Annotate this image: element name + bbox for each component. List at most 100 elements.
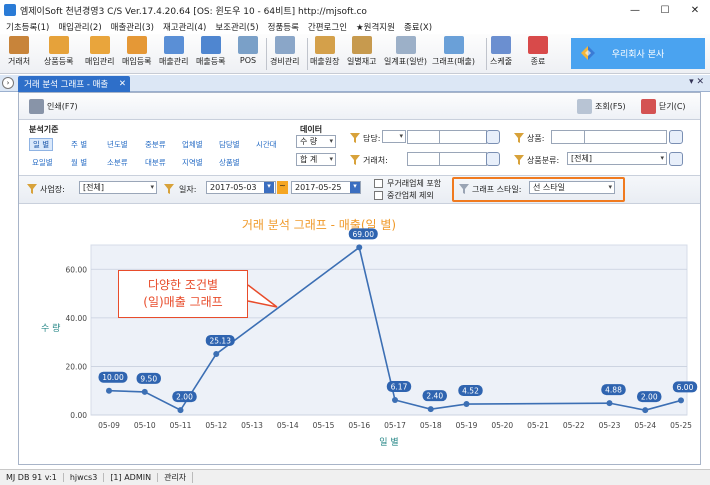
status-bar: MJ DB 91 v:1 hjwcs3 [1] ADMIN 관리자 xyxy=(0,469,710,485)
exclude-mid-checkbox[interactable] xyxy=(374,191,383,200)
data-label: 2.00 xyxy=(637,391,662,403)
box-add-icon xyxy=(126,36,147,54)
toolbar-separator xyxy=(266,38,267,70)
date-separator: ~ xyxy=(277,181,288,194)
x-tick-label: 05-15 xyxy=(313,421,335,430)
data-label: 2.00 xyxy=(172,391,197,403)
period-midcat[interactable]: 중분류 xyxy=(145,139,166,150)
purchase-manage-button[interactable]: 매입관리 xyxy=(85,36,114,72)
y-tick-label: 60.00 xyxy=(66,265,88,274)
minimize-button[interactable]: — xyxy=(620,0,650,20)
pos-button[interactable]: POS xyxy=(238,36,258,72)
data-point xyxy=(427,406,434,413)
close-window-button[interactable]: ✕ xyxy=(680,0,710,20)
data-point xyxy=(678,397,684,404)
tab-controls[interactable]: ▾ ✕ xyxy=(689,77,704,87)
data-combo[interactable]: 수 량 ▾ xyxy=(296,135,336,148)
data-label: 2.40 xyxy=(422,390,447,402)
chevron-down-icon: ▾ xyxy=(329,137,333,145)
client-name-input[interactable] xyxy=(439,152,487,166)
product-name-input[interactable] xyxy=(584,130,667,144)
status-role: 관리자 xyxy=(158,472,194,483)
period-week[interactable]: 주 별 xyxy=(71,139,87,150)
menu-sales[interactable]: 매출관리(3) xyxy=(111,21,154,33)
period-year[interactable]: 년도별 xyxy=(107,139,128,150)
manager-combo[interactable]: ▾ xyxy=(382,130,406,143)
sales-register-button[interactable]: 매출등록 xyxy=(196,36,225,72)
menu-exit[interactable]: 종료(X) xyxy=(404,21,432,33)
product-code-input[interactable] xyxy=(551,130,585,144)
calendar-stock-icon xyxy=(351,36,372,54)
chart-area: 거래 분석 그래프 - 매출(일 별) 0.00 20.00 40.00 60.00 … xyxy=(19,205,700,463)
menu-bar: 기초등록(1) 매입관리(2) 매출관리(3) 재고관리(4) 보조관리(5) … xyxy=(0,20,710,34)
window-title: 엠제이Soft 천년경영3 C/S Ver.17.4.20.64 [OS: 윈도… xyxy=(20,6,367,17)
purchase-register-button[interactable]: 매입등록 xyxy=(122,36,151,72)
x-tick-label: 05-13 xyxy=(241,421,263,430)
chevron-down-icon: ▾ xyxy=(660,154,664,162)
business-combo[interactable]: [전체] ▾ xyxy=(79,181,157,194)
data-label: 데이터 xyxy=(300,125,323,134)
data-label-text: 4.88 xyxy=(605,386,622,395)
menu-quick-login[interactable]: 간편로그인 xyxy=(308,21,347,33)
no-trade-checkbox[interactable] xyxy=(374,179,383,188)
maximize-button[interactable]: ☐ xyxy=(650,0,680,20)
expense-button[interactable]: 경비관리 xyxy=(270,36,299,72)
print-button[interactable]: 인쇄(F7) xyxy=(29,99,78,114)
x-tick-label: 05-22 xyxy=(563,421,585,430)
category-search-icon[interactable] xyxy=(669,152,683,166)
no-trade-label: 무거래업체 포함 xyxy=(387,179,442,188)
menu-purchase[interactable]: 매입관리(2) xyxy=(58,21,101,33)
period-time[interactable]: 시간대 xyxy=(256,139,277,150)
tab-sales-graph[interactable]: 거래 분석 그래프 - 매출 ✕ xyxy=(18,76,130,92)
menu-remote[interactable]: ★원격지원 xyxy=(356,21,395,33)
person-icon xyxy=(9,36,30,54)
close-button[interactable]: 닫기(C) xyxy=(641,99,686,114)
menu-basic[interactable]: 기초등록(1) xyxy=(6,21,49,33)
data-label-text: 6.17 xyxy=(391,383,408,392)
daily-report-button[interactable]: 일계표(일반) xyxy=(384,36,427,72)
product-search-icon[interactable] xyxy=(669,130,683,144)
y-axis-label: 수 량 xyxy=(41,322,60,334)
tab-nav-button[interactable]: › xyxy=(2,77,14,89)
menu-license[interactable]: 정품등록 xyxy=(268,21,299,33)
menu-stock[interactable]: 재고관리(4) xyxy=(163,21,206,33)
period-month[interactable]: 월 별 xyxy=(71,157,87,168)
period-manager[interactable]: 담당별 xyxy=(219,139,240,150)
data-label-text: 2.40 xyxy=(426,392,443,401)
exit-button[interactable]: 종료 xyxy=(528,36,548,72)
data-label: 10.00 xyxy=(98,371,128,383)
sales-graph-button[interactable]: 그래프(매출) xyxy=(432,36,475,72)
x-tick-label: 05-19 xyxy=(456,421,478,430)
sales-ledger-button[interactable]: 매출원장 xyxy=(310,36,339,72)
schedule-button[interactable]: 스케줄 xyxy=(490,36,512,72)
filter-icon xyxy=(350,133,360,143)
data-point xyxy=(356,244,363,251)
period-day[interactable]: 일 별 xyxy=(29,138,54,151)
menu-support[interactable]: 보조관리(5) xyxy=(215,21,258,33)
period-region[interactable]: 지역별 xyxy=(182,157,203,168)
product-register-button[interactable]: 상품등록 xyxy=(44,36,73,72)
sum-combo[interactable]: 합 계 ▾ xyxy=(296,153,336,166)
data-label-text: 25.13 xyxy=(210,336,232,345)
data-label: 6.00 xyxy=(672,381,698,393)
line-chart: 거래 분석 그래프 - 매출(일 별) 0.0020.0040.0060.00 … xyxy=(41,218,698,448)
period-vendor[interactable]: 업체별 xyxy=(182,139,203,150)
filter-icon xyxy=(514,133,524,143)
date-from-dropdown-icon[interactable]: ▾ xyxy=(264,182,274,193)
period-product[interactable]: 상품별 xyxy=(219,157,240,168)
period-weekday[interactable]: 요일별 xyxy=(32,157,53,168)
manager-search-icon[interactable] xyxy=(486,130,500,144)
manager-name-input[interactable] xyxy=(439,130,487,144)
period-subcat[interactable]: 소분류 xyxy=(107,157,128,168)
sales-manage-button[interactable]: 매출관리 xyxy=(159,36,188,72)
company-banner[interactable]: 우리회사 본사 xyxy=(571,38,705,69)
daily-stock-button[interactable]: 일별재고 xyxy=(347,36,376,72)
tab-close-icon[interactable]: ✕ xyxy=(119,79,126,89)
category-combo[interactable]: [전체] ▾ xyxy=(567,152,667,165)
client-button[interactable]: 거래처 xyxy=(8,36,30,72)
client-search-icon[interactable] xyxy=(486,152,500,166)
period-maincat[interactable]: 대분류 xyxy=(145,157,166,168)
date-to-dropdown-icon[interactable]: ▾ xyxy=(350,182,360,193)
data-label: 25.13 xyxy=(205,334,235,346)
query-button[interactable]: 조회(F5) xyxy=(577,99,626,114)
